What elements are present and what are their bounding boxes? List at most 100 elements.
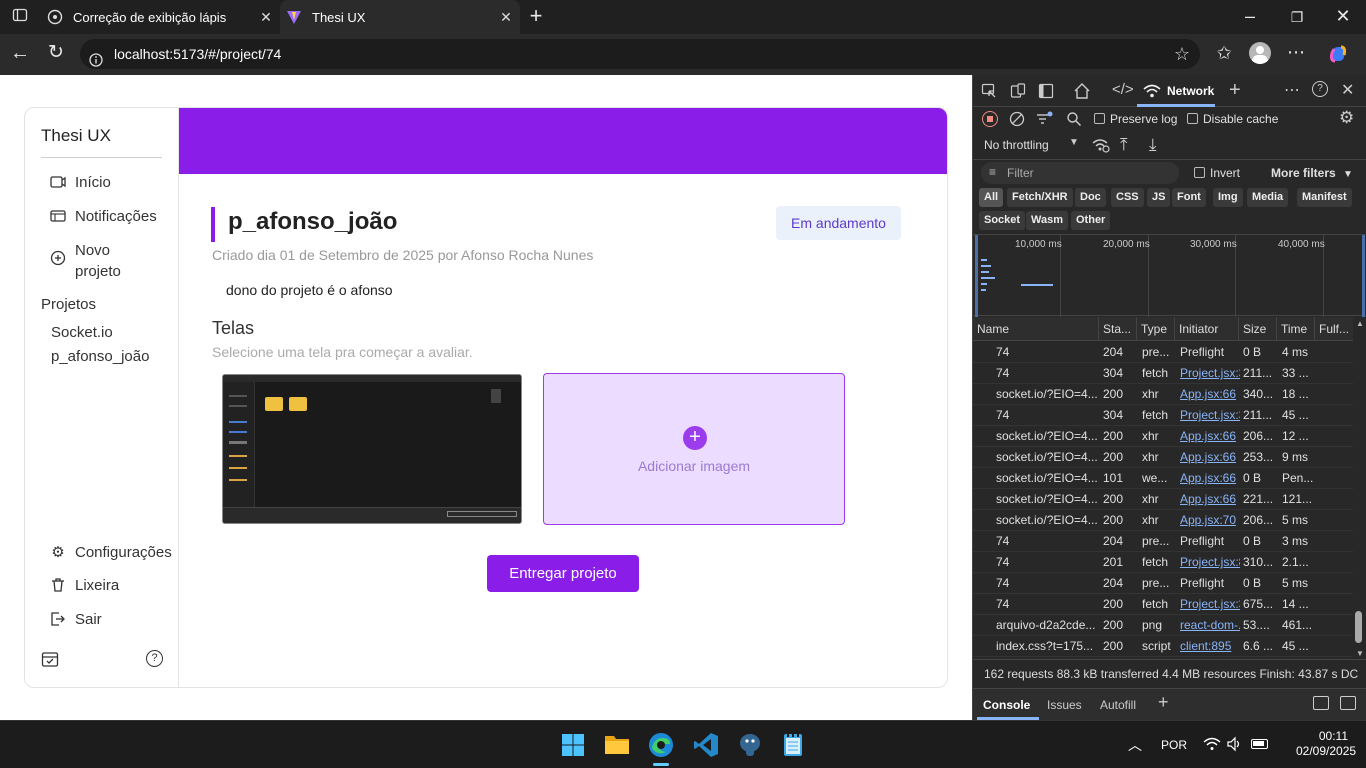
tab-network[interactable]: Network [1167,84,1214,98]
notepad-icon[interactable] [782,731,804,757]
settings-gear-icon[interactable]: ⚙ [1339,108,1354,128]
edge-browser-icon[interactable] [648,732,674,758]
tab-actions-icon[interactable] [8,7,32,27]
cell-initiator[interactable]: App.jsx:66 [1180,489,1240,510]
col-initiator[interactable]: Initiator [1175,317,1239,341]
more-menu-icon[interactable]: ⋯ [1284,42,1308,62]
table-row[interactable]: 74 200 fetch Project.jsx:3 675... 14 ... [973,594,1353,615]
filter-css[interactable]: CSS [1111,188,1144,207]
browser-tab-2[interactable]: Thesi UX ✕ [280,0,520,34]
profile-avatar[interactable] [1249,42,1271,64]
add-image-button[interactable]: + Adicionar imagem [543,373,845,525]
table-row[interactable]: socket.io/?EIO=4... 200 xhr App.jsx:70 206..… [973,510,1353,531]
col-size[interactable]: Size [1239,317,1277,341]
invert-checkbox[interactable]: Invert [1194,166,1240,180]
filter-socket[interactable]: Socket [979,211,1026,230]
network-conditions-icon[interactable] [1092,137,1110,153]
cell-initiator[interactable]: App.jsx:66 [1180,468,1240,489]
back-icon[interactable]: ← [8,43,32,63]
screen-thumbnail[interactable] [222,374,522,524]
file-explorer-icon[interactable] [604,733,630,755]
filter-input[interactable]: ≡ Filter [981,162,1179,184]
more-tools-icon[interactable]: ⋯ [1284,80,1300,100]
drawer-tab-issues[interactable]: Issues [1047,698,1082,712]
preserve-log-checkbox[interactable]: Preserve log [1094,112,1177,126]
sidebar-item-inicio[interactable]: Início [49,174,111,192]
filter-settings-icon[interactable] [1036,111,1054,127]
wifi-icon[interactable] [1203,737,1221,751]
help-icon[interactable]: ? [146,650,163,667]
vscode-icon[interactable] [693,732,719,758]
col-fulfilled[interactable]: Fulf... [1315,317,1353,341]
url-field[interactable]: localhost:5173/#/project/74 ☆ [80,39,1200,69]
table-row[interactable]: 74 204 pre... Preflight 0 B 3 ms [973,531,1353,552]
sidebar-item-notificacoes[interactable]: Notificações [49,208,157,226]
throttling-select[interactable]: No throttling ▼ [984,137,1079,152]
filter-media[interactable]: Media [1247,188,1289,207]
col-status[interactable]: Sta... [1099,317,1137,341]
filter-all[interactable]: All [979,188,1004,207]
windows-start-icon[interactable] [561,733,585,757]
close-window-icon[interactable]: ✕ [1331,6,1355,26]
disable-cache-checkbox[interactable]: Disable cache [1187,112,1278,126]
cell-initiator[interactable]: App.jsx:66 [1180,384,1240,405]
cell-initiator[interactable]: App.jsx:70 [1180,510,1240,531]
cell-initiator[interactable]: App.jsx:66 [1180,447,1240,468]
table-row[interactable]: 74 304 fetch Project.jsx:3 211... 33 ... [973,363,1353,384]
timeline-overview[interactable]: 10,000 ms 20,000 ms 30,000 ms 40,000 ms [973,234,1366,317]
close-tab-icon[interactable]: ✕ [498,9,514,25]
table-row[interactable]: index.css?t=175... 200 script client:895 6.6… [973,636,1353,657]
export-har-icon[interactable]: ⤓ [1149,135,1157,155]
filter-doc[interactable]: Doc [1075,188,1106,207]
volume-icon[interactable] [1227,736,1243,752]
cell-initiator[interactable]: App.jsx:66 [1180,426,1240,447]
table-row[interactable]: socket.io/?EIO=4... 200 xhr App.jsx:66 206..… [973,426,1353,447]
filter-other[interactable]: Other [1071,211,1111,230]
battery-icon[interactable] [1251,739,1268,749]
record-stop-icon[interactable] [982,111,998,127]
add-panel-icon[interactable]: + [1229,79,1241,102]
new-tab-icon[interactable]: + [524,5,548,27]
table-row[interactable]: socket.io/?EIO=4... 200 xhr App.jsx:66 340..… [973,384,1353,405]
inspect-element-icon[interactable] [981,83,997,99]
table-row[interactable]: 74 204 pre... Preflight 0 B 4 ms [973,342,1353,363]
welcome-home-icon[interactable] [1073,82,1091,100]
dock-side-icon[interactable] [1038,83,1054,99]
filter-font[interactable]: Font [1172,188,1206,207]
close-tab-icon[interactable]: ✕ [258,9,274,25]
cell-initiator[interactable]: Project.jsx:8 [1180,552,1240,573]
drawer-tab-console[interactable]: Console [983,698,1030,712]
cell-initiator[interactable]: react-dom-... [1180,615,1240,636]
add-drawer-tab-icon[interactable]: + [1158,692,1169,713]
table-row[interactable]: socket.io/?EIO=4... 200 xhr App.jsx:66 253..… [973,447,1353,468]
table-row[interactable]: socket.io/?EIO=4... 101 we... App.jsx:66 0 B… [973,468,1353,489]
favorite-star-icon[interactable]: ☆ [1174,39,1190,69]
filter-manifest[interactable]: Manifest [1297,188,1352,207]
drawer-tab-autofill[interactable]: Autofill [1100,698,1136,712]
scrollbar[interactable]: ▲ ▼ [1353,319,1365,659]
submit-project-button[interactable]: Entregar projeto [487,555,639,592]
filter-js[interactable]: JS [1147,188,1171,207]
cell-initiator[interactable]: client:895 [1180,636,1240,657]
calendar-check-icon[interactable] [41,650,59,668]
elements-code-icon[interactable]: </> [1112,81,1134,98]
dock-drawer-icon[interactable] [1313,696,1329,710]
col-time[interactable]: Time [1277,317,1315,341]
site-info-icon[interactable] [89,47,103,67]
postgresql-icon[interactable] [737,732,763,758]
table-row[interactable]: arquivo-d2a2cde... 200 png react-dom-...53.… [973,615,1353,636]
sidebar-item-lixeira[interactable]: Lixeira [49,577,119,595]
refresh-icon[interactable]: ↻ [44,43,68,63]
sidebar-item-sair[interactable]: Sair [49,611,102,629]
sidebar-item-configuracoes[interactable]: ⚙ Configurações [49,544,171,562]
table-row[interactable]: 74 204 pre... Preflight 0 B 5 ms [973,573,1353,594]
search-icon[interactable] [1066,111,1082,127]
browser-tab-1[interactable]: Correção de exibição lápis ✕ [36,0,280,34]
more-filters-dropdown[interactable]: More filters ▼ [1271,166,1353,180]
clear-icon[interactable] [1009,111,1025,127]
close-drawer-icon[interactable] [1340,696,1356,710]
table-row[interactable]: socket.io/?EIO=4... 200 xhr App.jsx:66 221..… [973,489,1353,510]
cell-initiator[interactable]: Project.jsx:3 [1180,594,1240,615]
cell-initiator[interactable]: Project.jsx:3 [1180,405,1240,426]
favorites-icon[interactable]: ✩ [1212,43,1236,63]
